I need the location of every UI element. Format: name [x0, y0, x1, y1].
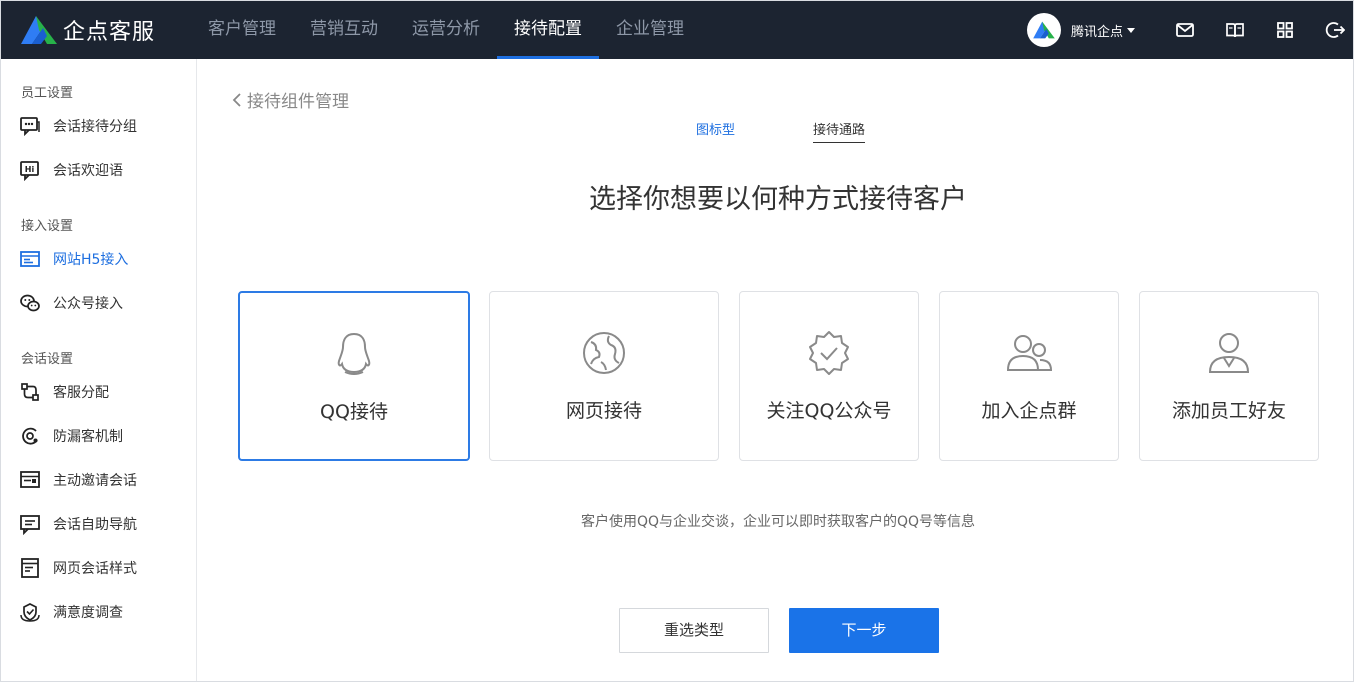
apps-grid-icon[interactable]: [1275, 20, 1295, 40]
nav-enterprise-management[interactable]: 企业管理: [599, 1, 701, 59]
option-card-label: QQ接待: [320, 401, 388, 423]
option-card-label: 网页接待: [565, 400, 642, 422]
wechat-icon: [20, 294, 40, 312]
sidebar-item-label: 满意度调查: [53, 605, 123, 621]
sidebar-item-website-h5[interactable]: 网站H5接入: [19, 246, 189, 272]
nav-customer-management[interactable]: 客户管理: [191, 1, 293, 59]
sidebar-item-label: 主动邀请会话: [53, 473, 137, 489]
sidebar-section-title: 员工设置: [21, 86, 74, 101]
option-description: 客户使用QQ与企业交谈，企业可以即时获取客户的QQ号等信息: [580, 514, 976, 530]
tab-icon-type[interactable]: 图标型: [696, 119, 735, 142]
sidebar-section-title: 会话设置: [21, 352, 74, 367]
globe-icon: [583, 332, 625, 374]
mail-icon[interactable]: [1175, 20, 1195, 40]
option-card-qq-official-account[interactable]: 关注QQ公众号: [739, 291, 919, 461]
option-card-label: 关注QQ公众号: [766, 400, 892, 422]
top-bar: 企点客服 客户管理 营销互动 运营分析 接待配置 企业管理 腾讯企点: [1, 1, 1353, 59]
chevron-left-icon: [232, 92, 241, 107]
option-card-web[interactable]: 网页接待: [489, 291, 719, 461]
sidebar-item-label: 网站H5接入: [53, 252, 129, 268]
sidebar-item-agent-distribution[interactable]: 客服分配: [19, 379, 189, 405]
sidebar-item-label: 公众号接入: [53, 296, 123, 312]
reselect-type-button[interactable]: 重选类型: [619, 608, 769, 653]
staff-user-icon: [1208, 333, 1250, 373]
sidebar-item-satisfaction-survey[interactable]: 满意度调查: [19, 599, 189, 625]
nav-marketing[interactable]: 营销互动: [293, 1, 395, 59]
tab-reception-route[interactable]: 接待通路: [813, 119, 866, 143]
option-card-add-staff-friend[interactable]: 添加员工好友: [1139, 291, 1319, 461]
caret-down-icon: [1127, 27, 1136, 33]
page-style-icon: [21, 558, 39, 578]
back-link[interactable]: 接待组件管理: [231, 87, 349, 112]
main-nav: 客户管理 营销互动 运营分析 接待配置 企业管理: [191, 1, 701, 59]
option-card-label: 加入企点群: [981, 400, 1077, 422]
verified-badge-icon: [809, 331, 849, 375]
survey-icon: [20, 603, 40, 622]
sidebar-section-title: 接入设置: [21, 219, 74, 234]
anti-leak-icon: [22, 427, 38, 445]
sidebar-item-label: 客服分配: [53, 385, 109, 401]
distribute-icon: [21, 383, 39, 401]
sidebar-item-anti-leak[interactable]: 防漏客机制: [19, 423, 189, 449]
sidebar-item-invite-chat[interactable]: 主动邀请会话: [19, 467, 189, 493]
option-card-qq[interactable]: QQ接待: [238, 291, 470, 461]
app-window: 企点客服 客户管理 营销互动 运营分析 接待配置 企业管理 腾讯企点 员工设置 …: [0, 0, 1354, 682]
avatar: [1027, 13, 1061, 47]
sidebar: 员工设置 会话接待分组 Hi 会话欢迎语 接入设置 网站H5接入 公众号接入 会…: [1, 59, 197, 681]
logout-icon[interactable]: [1325, 20, 1345, 40]
logo[interactable]: 企点客服: [19, 14, 155, 46]
qq-penguin-icon: [337, 332, 371, 375]
invite-icon: [20, 471, 40, 488]
option-card-label: 添加员工好友: [1171, 400, 1286, 422]
group-users-icon: [1006, 335, 1053, 371]
user-name: 腾讯企点: [1071, 24, 1124, 40]
sidebar-item-page-chat-style[interactable]: 网页会话样式: [19, 555, 189, 581]
chat-group-icon: [20, 117, 40, 137]
nav-reception-config[interactable]: 接待配置: [497, 1, 599, 59]
back-link-label: 接待组件管理: [247, 92, 349, 112]
nav-operation-analysis[interactable]: 运营分析: [395, 1, 497, 59]
avatar-logo-icon: [1033, 21, 1055, 39]
sidebar-item-chat-group[interactable]: 会话接待分组: [19, 113, 189, 139]
svg-text:Hi: Hi: [25, 165, 35, 174]
sidebar-item-official-account[interactable]: 公众号接入: [19, 290, 189, 316]
user-menu[interactable]: 腾讯企点: [1027, 13, 1136, 47]
app-name: 企点客服: [63, 20, 156, 45]
website-icon: [20, 251, 40, 267]
next-step-button[interactable]: 下一步: [789, 608, 939, 653]
page-heading: 选择你想要以何种方式接待客户: [589, 184, 967, 215]
sidebar-item-label: 防漏客机制: [53, 429, 123, 445]
sidebar-item-label: 网页会话样式: [53, 561, 137, 577]
book-icon[interactable]: [1225, 20, 1245, 40]
sidebar-item-label: 会话接待分组: [53, 119, 137, 135]
logo-icon: [21, 16, 57, 44]
option-card-join-group[interactable]: 加入企点群: [939, 291, 1119, 461]
